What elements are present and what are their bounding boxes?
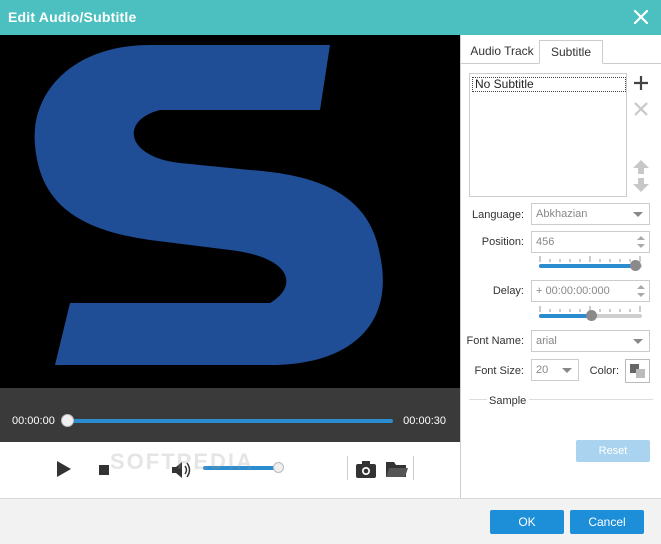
font-size-select[interactable]: 20 (531, 359, 579, 381)
volume-slider[interactable] (203, 466, 279, 470)
tab-audio-track[interactable]: Audio Track (465, 40, 539, 64)
ok-button[interactable]: OK (490, 510, 564, 534)
window-title: Edit Audio/Subtitle (8, 9, 137, 25)
language-select[interactable]: Abkhazian (531, 203, 650, 225)
color-label: Color: (589, 365, 619, 377)
position-slider-fill (539, 264, 635, 268)
settings-panel: Audio Track Subtitle No Subtitle Languag… (461, 35, 661, 498)
progress-track[interactable] (67, 419, 393, 423)
font-size-label: Font Size: (474, 365, 524, 377)
move-up-icon[interactable] (633, 160, 649, 177)
stop-icon[interactable] (99, 464, 109, 478)
color-picker-button[interactable] (625, 359, 650, 383)
delay-slider-fill (539, 314, 591, 318)
camera-icon[interactable] (355, 459, 377, 482)
volume-icon[interactable] (171, 460, 193, 483)
title-bar: Edit Audio/Subtitle (0, 0, 661, 35)
folder-icon[interactable] (385, 459, 409, 482)
font-name-select[interactable]: arial (531, 330, 650, 352)
position-value: 456 (536, 236, 555, 248)
language-label: Language: (472, 209, 524, 221)
delay-value: + 00:00:00:000 (536, 285, 610, 297)
subtitle-list[interactable]: No Subtitle (469, 73, 627, 197)
sample-line-left (469, 399, 487, 400)
total-time: 00:00:30 (403, 415, 446, 427)
font-name-value: arial (536, 335, 557, 347)
chevron-down-icon (562, 368, 572, 373)
current-time: 00:00:00 (12, 415, 55, 427)
position-label: Position: (481, 236, 524, 248)
color-swatch-icon (630, 364, 645, 378)
playback-controls (0, 442, 460, 498)
position-slider-ticks (539, 256, 641, 262)
remove-icon[interactable] (634, 102, 648, 119)
timeline-bar: 00:00:00 00:00:30 (0, 398, 460, 442)
subtitle-list-item[interactable]: No Subtitle (472, 77, 626, 92)
play-icon[interactable] (56, 460, 72, 481)
position-slider-knob[interactable] (630, 260, 641, 271)
chevron-down-icon (633, 339, 643, 344)
language-value: Abkhazian (536, 208, 588, 220)
move-down-icon[interactable] (633, 178, 649, 195)
spinner-icon[interactable] (637, 235, 645, 249)
video-preview (0, 35, 460, 388)
delay-input[interactable]: + 00:00:00:000 (531, 280, 650, 302)
add-icon[interactable] (633, 75, 649, 94)
tab-bar: Audio Track Subtitle (461, 40, 661, 64)
tab-subtitle[interactable]: Subtitle (539, 40, 603, 64)
close-icon[interactable] (631, 7, 651, 27)
progress-thumb[interactable] (61, 414, 74, 427)
font-name-label: Font Name: (466, 335, 524, 347)
cancel-button[interactable]: Cancel (570, 510, 644, 534)
reset-button[interactable]: Reset (576, 440, 650, 462)
video-frame-logo (0, 35, 460, 388)
volume-thumb[interactable] (273, 462, 284, 473)
spinner-icon[interactable] (637, 284, 645, 298)
delay-label: Delay: (492, 285, 524, 297)
controls-divider (347, 456, 348, 480)
video-bottom-strip (0, 388, 460, 398)
controls-divider-2 (413, 456, 414, 480)
delay-slider[interactable] (539, 303, 642, 325)
font-size-value: 20 (536, 364, 549, 376)
position-slider[interactable] (539, 253, 642, 275)
sample-label: Sample (489, 395, 527, 407)
sample-line-right (529, 399, 653, 400)
position-input[interactable]: 456 (531, 231, 650, 253)
dialog-footer: OK Cancel (0, 498, 661, 544)
delay-slider-knob[interactable] (586, 310, 597, 321)
chevron-down-icon (633, 212, 643, 217)
